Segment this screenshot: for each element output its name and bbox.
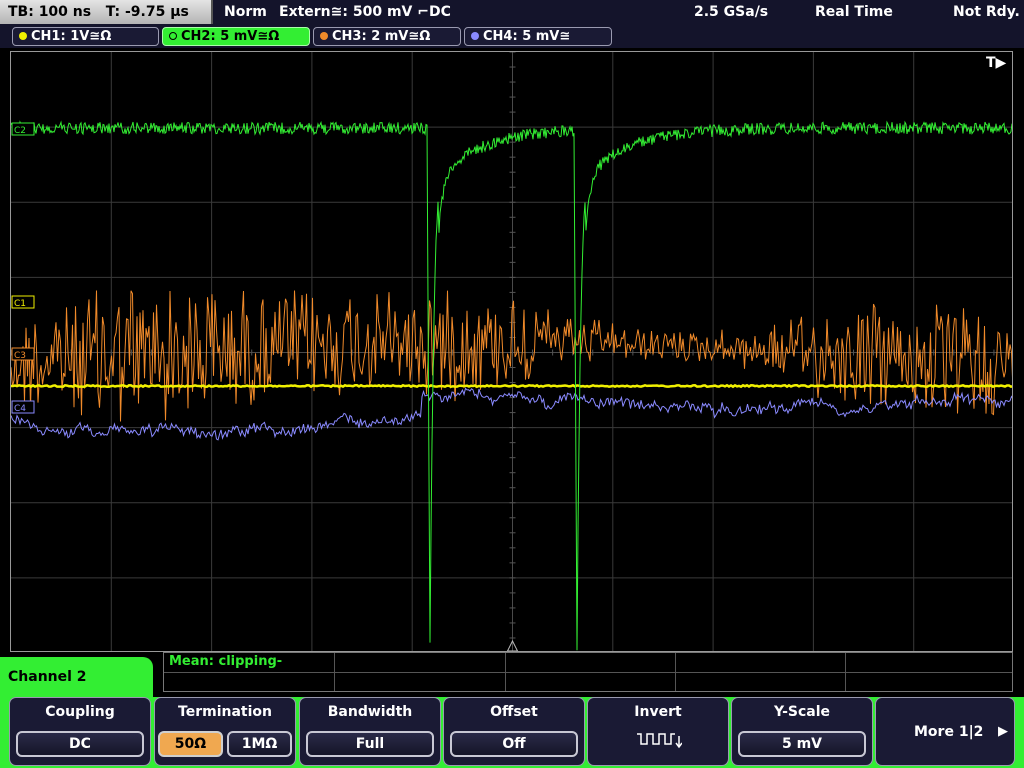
coupling-softkey[interactable]: Coupling DC <box>9 697 151 766</box>
waveform-canvas: T▶ C1 C2 C3 C4 <box>11 52 1012 651</box>
measurement-col-divider <box>675 653 676 691</box>
offset-value-button[interactable]: Off <box>450 731 578 757</box>
channel-marker-label: C4 <box>14 404 26 414</box>
measurement-bar[interactable]: Mean: clipping- <box>163 652 1013 692</box>
tab-ch1[interactable]: CH1: 1V≅Ω <box>12 27 159 46</box>
invert-softkey[interactable]: Invert <box>587 697 729 766</box>
tab-ch3[interactable]: CH3: 2 mV≅Ω <box>313 27 461 46</box>
tab-ch4-label: CH4: 5 mV≅ <box>483 29 571 44</box>
menu-title: Channel 2 <box>8 669 87 685</box>
invert-title: Invert <box>634 704 682 720</box>
waveform-display[interactable]: T▶ C1 C2 C3 C4 <box>10 51 1013 652</box>
trigger-time-label: T: -9.75 µs <box>105 4 189 20</box>
termination-1mohm-button[interactable]: 1MΩ <box>227 731 292 757</box>
ch2-color-dot <box>169 32 177 40</box>
more-softkey[interactable]: More 1|2 ▶ <box>875 697 1015 766</box>
measurement-divider <box>164 672 1012 673</box>
y-scale-title: Y-Scale <box>773 704 830 720</box>
square-wave-invert-icon <box>637 733 682 749</box>
measurement-col-divider <box>845 653 846 691</box>
coupling-title: Coupling <box>45 704 115 720</box>
bandwidth-value-button[interactable]: Full <box>306 731 434 757</box>
termination-50ohm-button[interactable]: 50Ω <box>158 731 223 757</box>
measurement-col-divider <box>505 653 506 691</box>
sample-rate-label: 2.5 GSa/s <box>694 4 769 20</box>
bandwidth-title: Bandwidth <box>327 704 413 720</box>
arrow-right-icon: ▶ <box>998 724 1008 739</box>
softkey-bar: Coupling DC Termination 50Ω 1MΩ Bandwidt… <box>0 697 1024 768</box>
ch1-color-dot <box>19 32 27 40</box>
acquisition-mode-label: Real Time <box>815 4 893 20</box>
tab-ch1-label: CH1: 1V≅Ω <box>31 29 112 44</box>
ch1-trace <box>11 383 1012 389</box>
trigger-status-label: Not Rdy. <box>953 4 1020 20</box>
termination-softkey[interactable]: Termination 50Ω 1MΩ <box>154 697 296 766</box>
measurement-mean-label: Mean: clipping- <box>169 654 283 669</box>
termination-title: Termination <box>178 704 272 720</box>
tab-ch4[interactable]: CH4: 5 mV≅ <box>464 27 612 46</box>
coupling-value-button[interactable]: DC <box>16 731 144 757</box>
ch3-color-dot <box>320 32 328 40</box>
channel-marker-label: C2 <box>14 126 26 136</box>
more-label: More 1|2 <box>914 724 984 740</box>
trigger-source-label[interactable]: Extern≅: 500 mV ⌐DC <box>279 0 451 24</box>
trigger-marker: T▶ <box>986 55 1007 71</box>
timebase-label: TB: 100 ns <box>8 4 92 20</box>
channel-marker-label: C1 <box>14 299 26 309</box>
offset-softkey[interactable]: Offset Off <box>443 697 585 766</box>
offset-title: Offset <box>490 704 538 720</box>
bandwidth-softkey[interactable]: Bandwidth Full <box>299 697 441 766</box>
ch4-color-dot <box>471 32 479 40</box>
y-scale-value-button[interactable]: 5 mV <box>738 731 866 757</box>
tab-ch2[interactable]: CH2: 5 mV≅Ω <box>162 27 310 46</box>
channel-marker-label: C3 <box>14 351 26 361</box>
tab-ch3-label: CH3: 2 mV≅Ω <box>332 29 431 44</box>
timebase-box[interactable]: TB: 100 ns T: -9.75 µs <box>0 0 213 24</box>
menu-title-tab: Channel 2 <box>0 657 153 699</box>
tab-ch2-label: CH2: 5 mV≅Ω <box>181 29 280 44</box>
measurement-col-divider <box>334 653 335 691</box>
channel-tabs: CH1: 1V≅Ω CH2: 5 mV≅Ω CH3: 2 mV≅Ω CH4: 5… <box>0 24 1024 48</box>
trigger-mode-label[interactable]: Norm <box>224 0 267 24</box>
y-scale-softkey[interactable]: Y-Scale 5 mV <box>731 697 873 766</box>
status-bar: TB: 100 ns T: -9.75 µs Norm Extern≅: 500… <box>0 0 1024 24</box>
